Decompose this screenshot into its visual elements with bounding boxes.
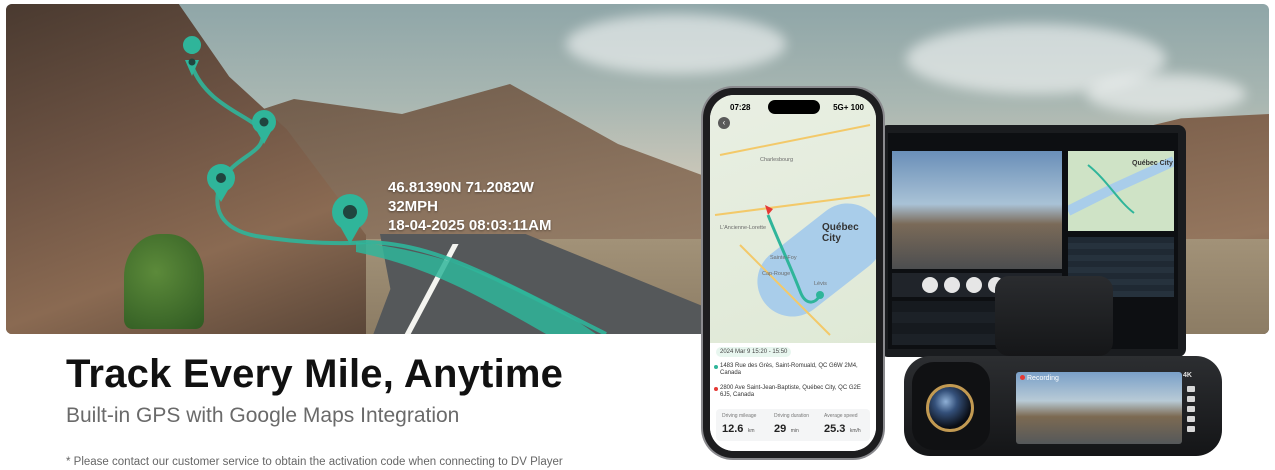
smartphone: Charlesbourg L'Ancienne-Lorette Lévis Sa…	[703, 88, 883, 458]
dashcam-mount	[995, 276, 1113, 356]
map-pin-icon	[252, 110, 276, 144]
back-arrow-icon[interactable]: ‹	[718, 117, 730, 129]
sd-card-icon	[1187, 416, 1195, 422]
pause-button[interactable]	[966, 277, 982, 293]
trip-start-address: 1483 Rue des Grès, Saint-Romuald, QC G6W…	[720, 363, 858, 376]
start-point-icon	[816, 291, 824, 299]
dashcam-status-icons	[1184, 386, 1198, 456]
map-city-label: Québec City	[822, 222, 859, 244]
status-time: 07:28	[730, 103, 751, 112]
video-preview	[892, 151, 1062, 269]
map-pin-icon	[183, 36, 202, 76]
stat-speed: Average speed 25.3 km/h	[824, 413, 861, 435]
end-dot-icon	[714, 387, 718, 391]
gps-coordinates: 46.81390N 71.2082W	[388, 179, 534, 196]
trip-end: 2800 Ave Saint-Jean-Baptiste, Québec Cit…	[714, 385, 868, 399]
monitor-map-route: Québec City	[1065, 156, 1177, 216]
lock-icon	[1187, 426, 1195, 432]
wifi-icon	[1187, 386, 1195, 392]
gps-readout: 46.81390N 71.2082W 32MPH 18-04-2025 08:0…	[388, 178, 551, 235]
map-label: Sainte-Foy	[770, 255, 797, 261]
monitor-map-city: Québec City	[1132, 160, 1173, 167]
gps-icon	[1187, 396, 1195, 402]
rewind-button[interactable]	[922, 277, 938, 293]
dynamic-island	[768, 100, 820, 114]
mic-icon	[1187, 406, 1195, 412]
camera-lens-icon	[926, 384, 974, 432]
subheadline: Built-in GPS with Google Maps Integratio…	[66, 404, 460, 427]
map-label: Lévis	[814, 281, 827, 287]
gps-speed: 32MPH	[388, 198, 439, 215]
start-dot-icon	[714, 365, 718, 369]
trip-start: 1483 Rue des Grès, Saint-Romuald, QC G6W…	[714, 363, 868, 377]
recording-indicator: Recording	[1020, 375, 1059, 382]
map-label: L'Ancienne-Lorette	[720, 225, 766, 231]
previous-button[interactable]	[944, 277, 960, 293]
map-label: Cap-Rouge	[762, 271, 791, 277]
trip-route-svg	[714, 124, 871, 336]
phone-status-bar: 07:28 5G+ 100	[710, 95, 876, 117]
headline: Track Every Mile, Anytime	[66, 352, 564, 396]
gps-route-road-highlight	[356, 242, 596, 334]
end-flag-icon	[765, 205, 773, 215]
trip-end-address: 2800 Ave Saint-Jean-Baptiste, Québec Cit…	[720, 385, 861, 398]
trip-stats: Driving mileage 12.6 km Driving duration…	[716, 409, 870, 441]
4k-badge: 4K	[1183, 372, 1192, 379]
stat-mileage: Driving mileage 12.6 km	[722, 413, 757, 435]
status-signal: 5G+ 100	[833, 103, 864, 112]
stat-duration: Driving duration 29 min	[774, 413, 810, 435]
gps-timestamp: 18-04-2025 08:03:11AM	[388, 217, 552, 234]
monitor-map: Québec City	[1065, 151, 1177, 231]
trip-date: 2024 Mar 9 15:20 - 15:50	[716, 347, 792, 357]
footnote: * Please contact our customer service to…	[66, 456, 563, 468]
map-pin-icon	[207, 164, 235, 202]
trip-map[interactable]: Charlesbourg L'Ancienne-Lorette Lévis Sa…	[710, 95, 876, 343]
map-label: Charlesbourg	[760, 157, 794, 163]
map-pin-icon	[332, 194, 368, 244]
trip-summary-card: 2024 Mar 9 15:20 - 15:50 1483 Rue des Gr…	[710, 343, 876, 451]
dashcam-screen: Recording	[1016, 372, 1182, 444]
phone-screen: Charlesbourg L'Ancienne-Lorette Lévis Sa…	[710, 95, 876, 451]
